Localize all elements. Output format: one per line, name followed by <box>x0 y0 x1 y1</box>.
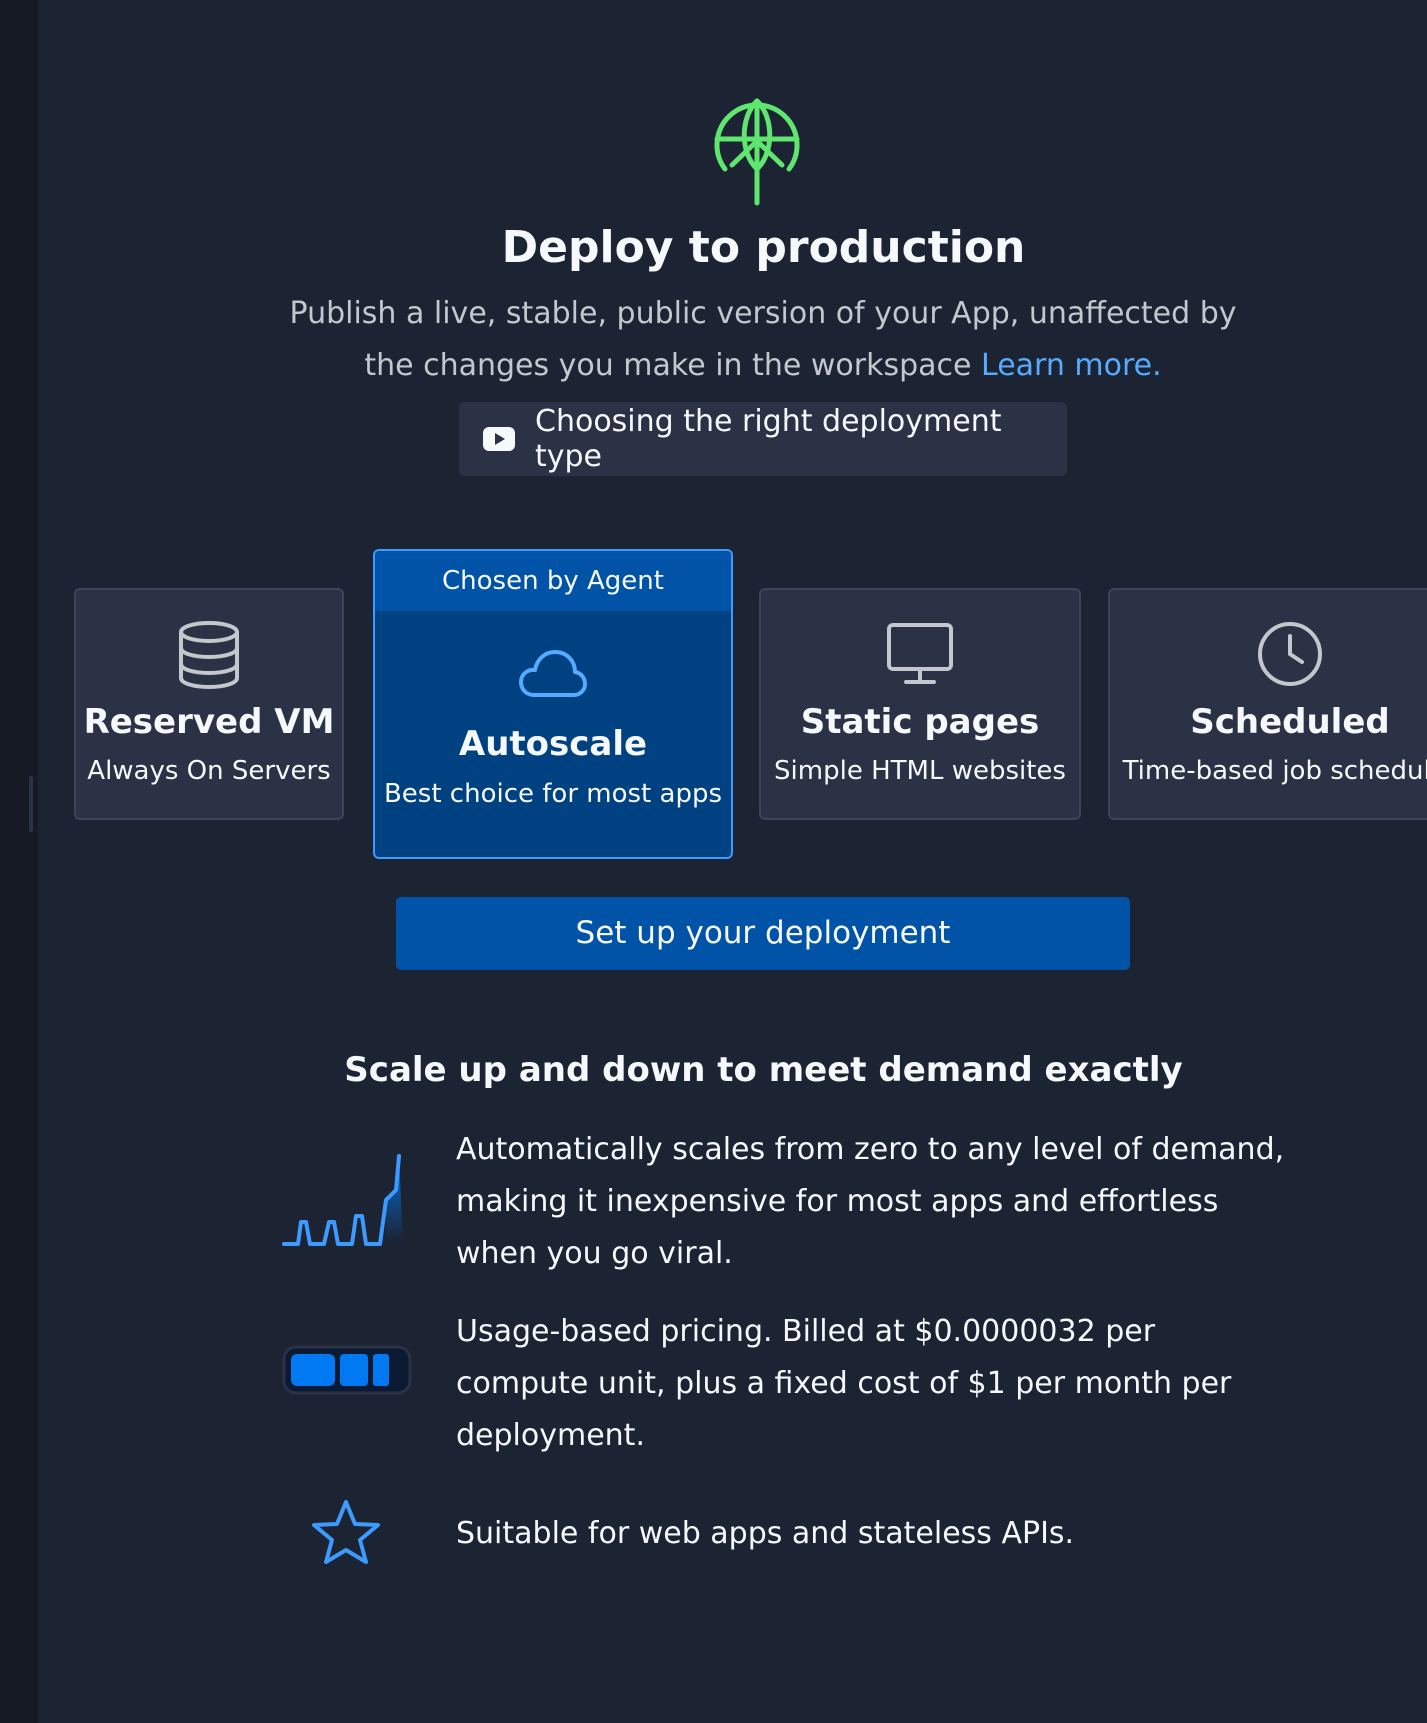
setup-deployment-button[interactable]: Set up your deployment <box>396 897 1130 970</box>
globe-upload-icon <box>714 98 800 206</box>
option-description: Always On Servers <box>87 756 331 786</box>
option-description: Time-based job scheduler <box>1122 756 1427 786</box>
option-name: Scheduled <box>1190 702 1390 742</box>
clock-icon <box>1258 622 1322 686</box>
option-description: Simple HTML websites <box>774 756 1066 786</box>
deployment-option-autoscale[interactable]: Chosen by Agent Autoscale Best choice fo… <box>373 549 733 859</box>
deployment-option-scheduled[interactable]: Scheduled Time-based job scheduler <box>1108 588 1427 820</box>
monitor-icon <box>887 623 953 684</box>
left-panel-rail <box>0 0 38 1723</box>
resize-handle[interactable] <box>29 776 33 832</box>
feature-text-autoscaling: Automatically scales from zero to any le… <box>456 1132 1285 1271</box>
database-icon <box>179 621 239 690</box>
video-button-label: Choosing the right deployment type <box>535 404 1002 474</box>
cloud-icon <box>519 650 587 697</box>
deployment-option-reserved-vm[interactable]: Reserved VM Always On Servers <box>74 588 344 820</box>
scaling-graph-icon <box>282 1154 403 1246</box>
deployment-type-video-button[interactable]: Choosing the right deployment type <box>459 402 1067 476</box>
learn-more-link[interactable]: Learn more. <box>981 348 1162 383</box>
feature-text-pricing: Usage-based pricing. Billed at $0.000003… <box>456 1314 1232 1453</box>
option-name: Autoscale <box>458 724 648 764</box>
page-subtitle: Publish a live, stable, public version o… <box>288 288 1238 392</box>
deploy-pane: Deploy to production Publish a live, sta… <box>38 0 1427 1723</box>
video-play-icon <box>483 427 515 451</box>
option-name: Static pages <box>800 702 1040 742</box>
chosen-by-agent-badge: Chosen by Agent <box>375 551 731 611</box>
option-name: Reserved VM <box>83 702 335 742</box>
star-icon <box>312 1500 380 1564</box>
feature-text-suitability: Suitable for web apps and stateless APIs… <box>456 1516 1075 1551</box>
option-description: Best choice for most apps <box>383 779 723 809</box>
page-title: Deploy to production <box>501 222 1026 273</box>
usage-meter-icon <box>282 1345 412 1395</box>
deployment-option-static-pages[interactable]: Static pages Simple HTML websites <box>759 588 1081 820</box>
details-title: Scale up and down to meet demand exactly <box>344 1050 1183 1090</box>
